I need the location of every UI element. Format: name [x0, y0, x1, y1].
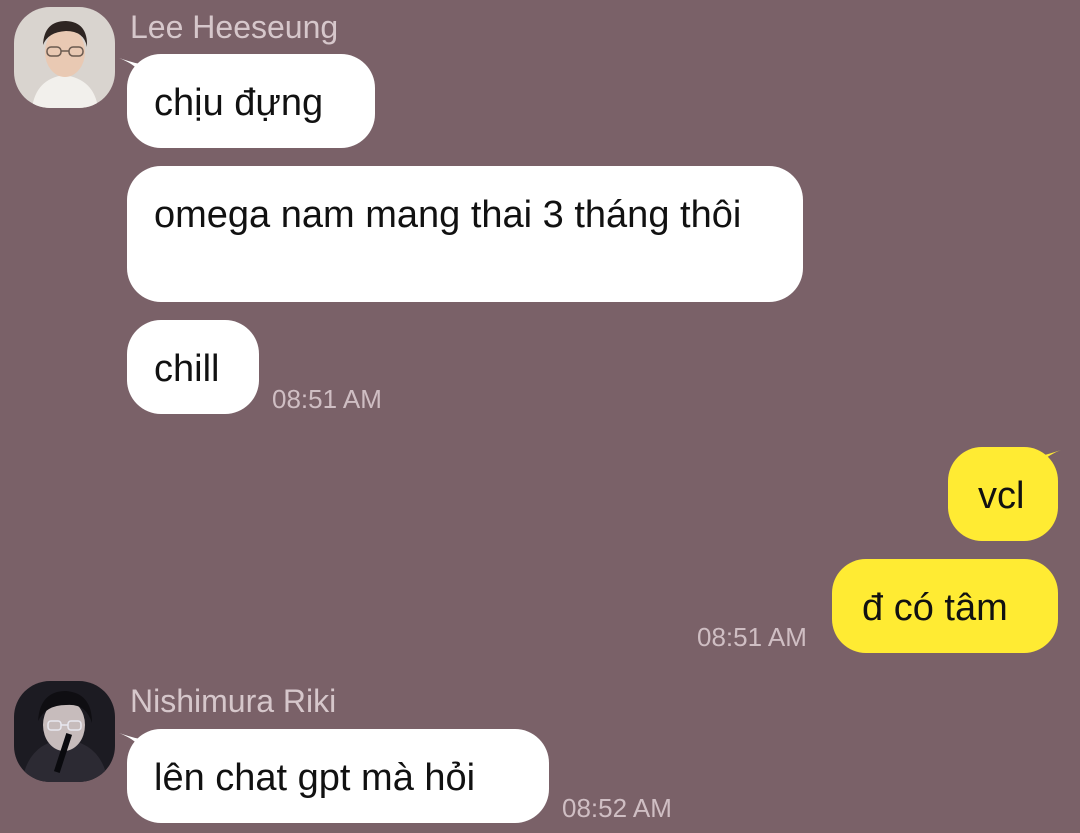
message-text: vcl [978, 475, 1025, 517]
avatar-photo-icon [14, 681, 115, 782]
message-bubble[interactable]: chill [127, 320, 259, 414]
message-bubble[interactable]: chịu đựng [127, 54, 375, 148]
message-timestamp: 08:51 AM [697, 622, 807, 652]
message-text: lên chat gpt mà hỏi [154, 757, 476, 799]
avatar-lee-heeseung[interactable] [14, 7, 115, 108]
message-text: omega nam mang thai 3 tháng thôi [154, 194, 742, 236]
message-bubble[interactable]: lên chat gpt mà hỏi [127, 729, 549, 823]
my-message-bubble[interactable]: đ có tâm [832, 559, 1058, 653]
message-bubble[interactable]: omega nam mang thai 3 tháng thôi [127, 166, 803, 302]
sender-name: Nishimura Riki [130, 683, 337, 719]
avatar-photo-icon [14, 7, 115, 108]
sender-name: Lee Heeseung [130, 9, 339, 45]
my-message-bubble[interactable]: vcl [948, 447, 1058, 541]
message-text: chill [154, 348, 220, 390]
message-text: chịu đựng [154, 82, 324, 124]
message-timestamp: 08:52 AM [562, 793, 672, 823]
message-text: đ có tâm [862, 587, 1008, 629]
avatar-nishimura-riki[interactable] [14, 681, 115, 782]
message-timestamp: 08:51 AM [272, 384, 382, 414]
